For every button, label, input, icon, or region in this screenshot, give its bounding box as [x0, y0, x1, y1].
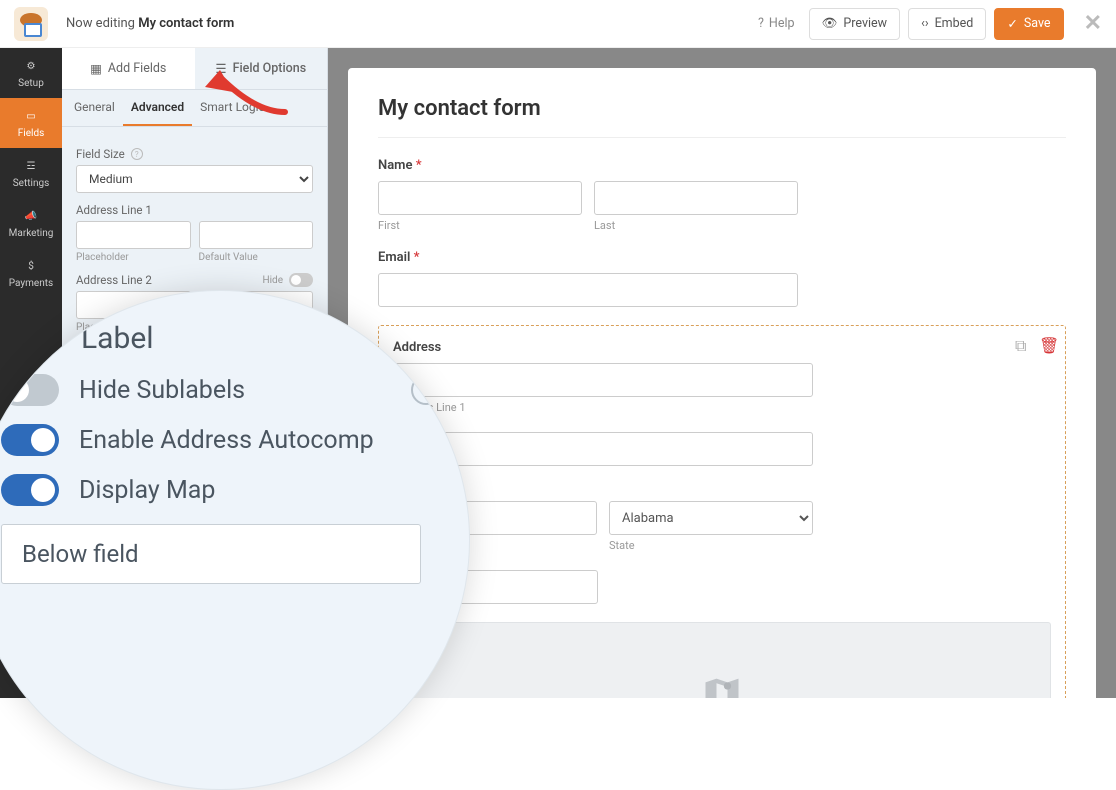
email-input[interactable]	[378, 273, 798, 307]
help-icon[interactable]: ?	[131, 148, 143, 160]
placeholder-sublabel: Placeholder	[76, 252, 191, 263]
embed-button[interactable]: ‹›Embed	[908, 8, 986, 40]
nav-marketing[interactable]: 📣Marketing	[0, 198, 62, 248]
grid-icon: ▦	[90, 61, 102, 77]
close-icon[interactable]: ✕	[1084, 11, 1102, 36]
address-field-block[interactable]: ⧉ 🗑 Address Address Line 1 2 AlabamaStat…	[378, 325, 1066, 698]
help-link[interactable]: ?Help	[758, 16, 795, 31]
first-name-input[interactable]	[378, 181, 582, 215]
last-sublabel: Last	[594, 219, 798, 232]
autocomplete-label: Enable Address Autocomp	[79, 426, 374, 455]
addr1-default-input[interactable]	[199, 221, 314, 249]
first-sublabel: First	[378, 219, 582, 232]
gear-icon: ⚙	[22, 57, 40, 75]
last-name-input[interactable]	[594, 181, 798, 215]
address-line1-input[interactable]	[393, 363, 813, 397]
subtab-general[interactable]: General	[66, 90, 123, 126]
map-placeholder	[393, 622, 1051, 698]
display-map-toggle[interactable]	[1, 474, 59, 506]
help-icon[interactable]: ?	[411, 375, 441, 405]
nav-fields[interactable]: ▭Fields	[0, 98, 62, 148]
megaphone-icon: 📣	[22, 207, 40, 225]
duplicate-icon[interactable]: ⧉	[1015, 336, 1031, 352]
save-button[interactable]: ✓Save	[994, 8, 1063, 40]
nav-settings[interactable]: ☲Settings	[0, 148, 62, 198]
now-editing-label: Now editing My contact form	[66, 16, 234, 31]
autocomplete-toggle[interactable]	[1, 424, 59, 456]
partial-label-text: Label	[81, 321, 441, 356]
tab-add-fields[interactable]: ▦Add Fields	[62, 48, 195, 89]
wpforms-logo	[14, 7, 48, 41]
default-sublabel: Default Value	[199, 252, 314, 263]
eye-icon: 👁	[822, 16, 838, 31]
form-title: My contact form	[378, 96, 1066, 138]
magnifier-overlay: Label Hide Sublabels ? Enable Address Au…	[0, 290, 470, 790]
nav-setup[interactable]: ⚙Setup	[0, 48, 62, 98]
hide-sublabels-label: Hide Sublabels	[79, 376, 245, 405]
addr2-label-row: Address Line 2Hide	[76, 273, 313, 287]
map-icon	[700, 675, 744, 698]
embed-icon: ‹›	[921, 16, 929, 31]
hide-sublabels-toggle[interactable]	[1, 374, 59, 406]
tab-field-options[interactable]: ☰Field Options	[195, 48, 328, 89]
address-label: Address	[393, 340, 1051, 355]
preview-button[interactable]: 👁Preview	[809, 8, 901, 40]
options-icon: ☰	[215, 61, 226, 77]
field-size-select[interactable]: Medium	[76, 165, 313, 193]
state-select[interactable]: Alabama	[609, 501, 813, 535]
help-icon: ?	[758, 16, 764, 31]
display-map-label: Display Map	[79, 476, 215, 505]
field-size-label: Field Size?	[76, 147, 313, 161]
addr1-label: Address Line 1	[76, 203, 313, 217]
dollar-icon: $	[22, 257, 40, 275]
delete-icon[interactable]: 🗑	[1039, 336, 1055, 352]
map-position-select[interactable]: Below field	[1, 524, 421, 584]
subtab-smart-logic[interactable]: Smart Logic	[192, 90, 273, 126]
fields-icon: ▭	[22, 107, 40, 125]
check-icon: ✓	[1007, 16, 1017, 32]
name-label: Name *	[378, 158, 1066, 173]
addr2-hide-toggle[interactable]	[289, 273, 313, 287]
sliders-icon: ☲	[22, 157, 40, 175]
topbar-actions: ?Help 👁Preview ‹›Embed ✓Save ✕	[758, 8, 1102, 40]
top-bar: Now editing My contact form ?Help 👁Previ…	[0, 0, 1116, 48]
addr1-placeholder-input[interactable]	[76, 221, 191, 249]
subtab-advanced[interactable]: Advanced	[123, 90, 192, 126]
email-label: Email *	[378, 250, 1066, 265]
